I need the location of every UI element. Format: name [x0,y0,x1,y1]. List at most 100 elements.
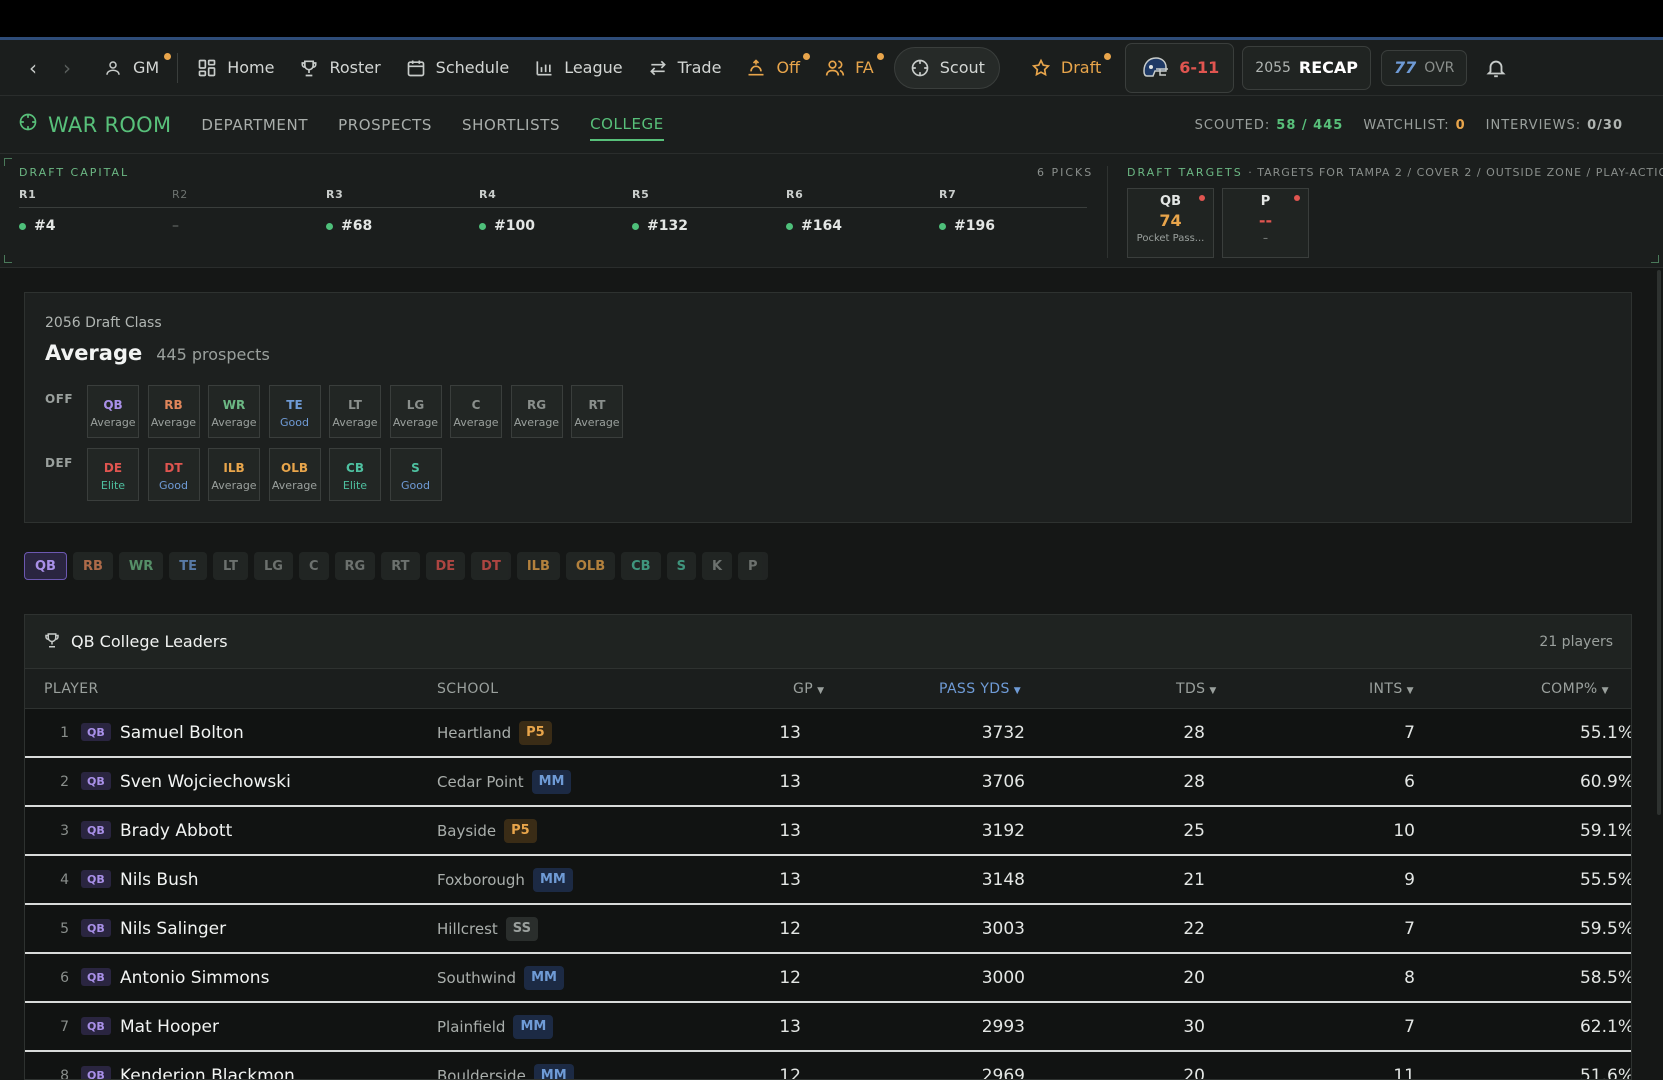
tab-shortlists[interactable]: SHORTLISTS [462,110,560,140]
recap-button[interactable]: 2055 RECAP [1242,45,1372,90]
watchlist-stat: WATCHLIST: 0 [1363,118,1465,133]
player-name[interactable]: Brady Abbott [120,807,232,854]
scrollbar[interactable] [1657,270,1661,815]
class-grade-value: Average [45,341,143,365]
forward-arrow-icon[interactable]: › [50,51,84,85]
pick-dot [939,222,946,230]
grade-cell-ilb[interactable]: ILB Average [208,448,260,501]
col-ints[interactable]: INTS ▼ [1369,681,1414,697]
filter-chip-lg[interactable]: LG [254,552,293,580]
grade-cell-rt[interactable]: RT Average [571,385,623,438]
grade-cell-rg[interactable]: RG Average [510,385,563,438]
draft-class-panel: 2056 Draft Class Average 445 prospects OF… [24,292,1632,523]
round-r6[interactable]: R6 #164 [786,188,941,234]
table-row[interactable]: 8 QB Kenderion Blackmon Boulderside MM 12 2969… [25,1052,1631,1080]
grade-cell-dt[interactable]: DT Good [147,448,200,501]
table-row[interactable]: 3 QB Brady Abbott Bayside P5 13 3192 25 10 59.1% [25,807,1631,856]
filter-chip-rg[interactable]: RG [334,552,376,580]
round-r5[interactable]: R5 #132 [632,188,787,234]
bell-icon[interactable] [1479,57,1513,79]
nav-gm[interactable]: GM [90,47,172,89]
grade-cell-qb[interactable]: QB Average [87,385,139,438]
filter-chip-p[interactable]: P [738,552,768,580]
round-r4[interactable]: R4 #100 [479,188,634,234]
table-row[interactable]: 7 QB Mat Hooper Plainfield MM 13 2993 30 7 62.1% [25,1003,1631,1052]
filter-chip-cb[interactable]: CB [621,552,661,580]
filter-chip-rt[interactable]: RT [381,552,420,580]
nav-draft[interactable]: Draft [1018,47,1113,89]
player-name[interactable]: Kenderion Blackmon [120,1052,295,1080]
grade-cell-te[interactable]: TE Good [268,385,321,438]
filter-chip-qb[interactable]: QB [24,552,67,580]
round-r7[interactable]: R7 #196 [939,188,1087,234]
round-r3[interactable]: R3 #68 [326,188,481,234]
col-player[interactable]: PLAYER [44,681,99,697]
filter-chip-olb[interactable]: OLB [565,552,616,580]
nav-scout[interactable]: Scout [893,46,1000,89]
col-gp[interactable]: GP ▼ [793,681,824,697]
col-tds[interactable]: TDS ▼ [1176,681,1217,697]
table-row[interactable]: 2 QB Sven Wojciechowski Cedar Point MM 13 3706… [25,758,1631,807]
grade-cell-s[interactable]: S Good [389,448,442,501]
watchlist-label: WATCHLIST: [1363,117,1450,133]
position-badge: QB [81,821,111,839]
col-pass-yds[interactable]: PASS YDS ▼ [939,681,1021,697]
interviews-stat: INTERVIEWS: 0/30 [1486,118,1623,133]
nav-schedule[interactable]: Schedule [393,47,522,89]
nav-trade[interactable]: Trade [635,47,734,89]
nav-roster[interactable]: Roster [286,47,392,89]
nav-league[interactable]: League [521,47,634,89]
round-r1[interactable]: R1 #4 [19,188,174,234]
filter-chip-s[interactable]: S [666,552,696,580]
team-record-button[interactable]: 6-11 [1125,42,1235,93]
grade-cell-rb[interactable]: RB Average [147,385,200,438]
nav-off[interactable]: Off [733,47,812,89]
col-school[interactable]: SCHOOL [437,681,498,697]
ovr-badge[interactable]: 77 OVR [1381,49,1468,86]
player-name[interactable]: Sven Wojciechowski [120,758,291,805]
grade-cell-de[interactable]: DE Elite [87,448,139,501]
stat-comp: 55.5% [1579,869,1632,890]
filter-chip-ilb[interactable]: ILB [516,552,560,580]
col-comp-label: COMP% [1541,680,1598,697]
stat-gp: 13 [779,722,801,743]
back-arrow-icon[interactable]: ‹ [16,51,50,85]
filter-chip-c[interactable]: C [298,552,329,580]
filter-chip-lt[interactable]: LT [213,552,248,580]
tab-prospects[interactable]: PROSPECTS [338,110,432,140]
stat-ints: 7 [1404,918,1415,939]
player-name[interactable]: Mat Hooper [120,1003,219,1050]
filter-chip-de[interactable]: DE [425,552,466,580]
tab-department[interactable]: DEPARTMENT [201,110,308,140]
filter-chip-dt[interactable]: DT [471,552,511,580]
grade-cell-lg[interactable]: LG Average [389,385,442,438]
stat-ints: 7 [1404,722,1415,743]
col-comp[interactable]: COMP% ▼ [1541,681,1609,697]
nav-fa[interactable]: FA [812,47,886,89]
filter-chip-wr[interactable]: WR [118,552,164,580]
target-card-qb[interactable]: QB 74 Pocket Pass... [1127,188,1214,258]
player-name[interactable]: Antonio Simmons [120,954,269,1001]
grade-position: C [471,398,481,412]
grade-position: LT [348,398,362,412]
grade-cell-lt[interactable]: LT Average [329,385,381,438]
tab-college[interactable]: COLLEGE [590,109,664,141]
filter-chip-rb[interactable]: RB [72,552,113,580]
player-name[interactable]: Samuel Bolton [120,709,244,756]
table-row[interactable]: 4 QB Nils Bush Foxborough MM 13 3148 21 9 55.5% [25,856,1631,905]
player-name[interactable]: Nils Salinger [120,905,226,952]
player-name[interactable]: Nils Bush [120,856,199,903]
nav-home[interactable]: Home [184,47,286,89]
table-row[interactable]: 6 QB Antonio Simmons Southwind MM 12 3000 20 8 58… [25,954,1631,1003]
grade-cell-cb[interactable]: CB Elite [329,448,381,501]
round-divider [19,207,174,208]
grade-cell-olb[interactable]: OLB Average [268,448,321,501]
filter-chip-k[interactable]: K [701,552,733,580]
grade-position: TE [286,398,303,412]
grade-cell-c[interactable]: C Average [450,385,502,438]
grade-cell-wr[interactable]: WR Average [208,385,260,438]
table-row[interactable]: 5 QB Nils Salinger Hillcrest SS 12 3003 22 7 59.5… [25,905,1631,954]
filter-chip-te[interactable]: TE [169,552,207,580]
target-card-p[interactable]: P -- – [1222,188,1309,258]
table-row[interactable]: 1 QB Samuel Bolton Heartland P5 13 3732 28 7 55.1… [25,709,1631,758]
